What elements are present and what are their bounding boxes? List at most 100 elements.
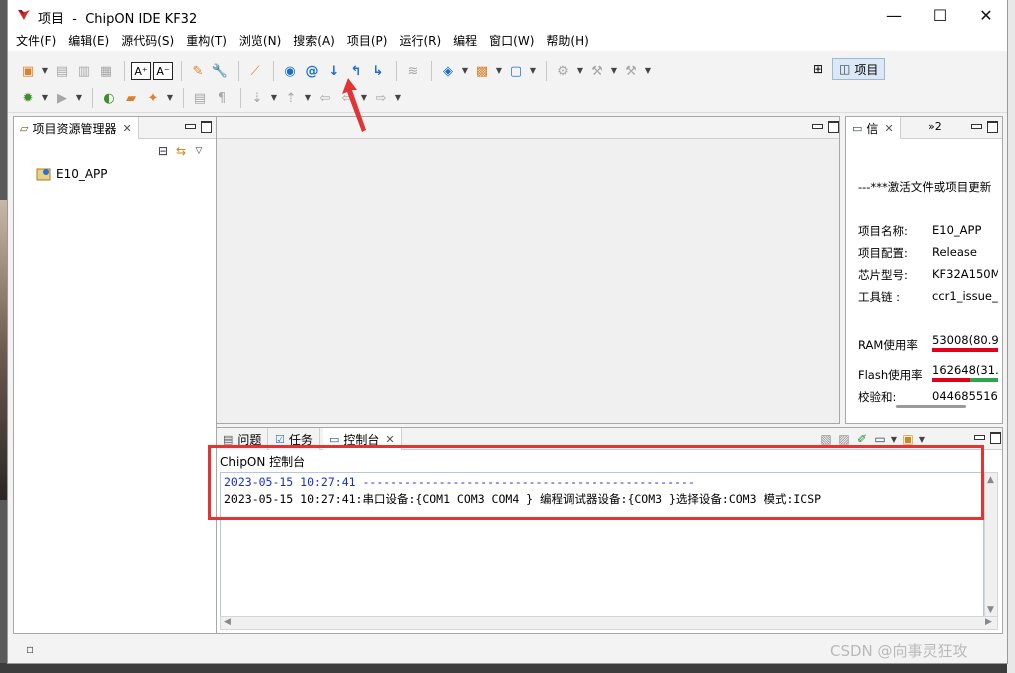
- external-tools-icon[interactable]: ✦: [143, 88, 163, 108]
- view-menu-icon[interactable]: ▽: [190, 143, 208, 159]
- maximize-view-icon[interactable]: [200, 120, 212, 133]
- wrench-icon[interactable]: 🔧: [210, 61, 230, 81]
- console-horizontal-scrollbar[interactable]: ◀ ▶: [220, 616, 998, 630]
- overflow-tabs-button[interactable]: »2: [928, 120, 942, 133]
- maximize-editor-icon[interactable]: [827, 120, 839, 133]
- program-chip-icon[interactable]: @: [302, 61, 322, 81]
- minimize-info-icon[interactable]: [970, 120, 982, 132]
- close-button[interactable]: ✕: [963, 0, 1009, 31]
- font-decrease-button[interactable]: A⁻: [153, 62, 173, 80]
- toolbar-row-1: ▣ ▼ ▤ ▥ ▦ A⁺ A⁻ ✎ 🔧 ⟋ ◉ @ ↓ ↰ ↳ ≋ ◈ ▼ ▩ …: [18, 59, 655, 83]
- info-project-name-value: E10_APP: [932, 223, 982, 237]
- tab-project-explorer[interactable]: ▱ 项目资源管理器 ✕: [14, 117, 139, 139]
- new-icon[interactable]: ▣: [18, 61, 38, 81]
- open-perspective-icon[interactable]: ⊞: [808, 59, 828, 79]
- info-toolchain-value: ccr1_issue_v: [932, 289, 998, 303]
- new-file-icon[interactable]: ▢: [506, 61, 526, 81]
- ram-usage-fill: [932, 348, 998, 352]
- new-folder-dropdown-icon[interactable]: ▼: [494, 61, 504, 81]
- save-all-icon[interactable]: ▥: [74, 61, 94, 81]
- new-project-icon[interactable]: ◈: [438, 61, 458, 81]
- console-vertical-scrollbar[interactable]: ▲ ▼: [984, 472, 998, 620]
- font-increase-button[interactable]: A⁺: [131, 62, 151, 80]
- debug-bug-icon[interactable]: ✹: [18, 88, 38, 108]
- connect-debugger-icon[interactable]: ◉: [280, 61, 300, 81]
- menu-edit[interactable]: 编辑(E): [62, 31, 115, 51]
- maximize-info-icon[interactable]: [986, 120, 998, 133]
- build-config-icon[interactable]: ✎: [188, 61, 208, 81]
- tree-item-project[interactable]: E10_APP: [36, 165, 108, 183]
- toggle-block-icon[interactable]: ▤: [190, 88, 210, 108]
- clean-brush-icon[interactable]: ⟋: [245, 61, 265, 81]
- run-icon[interactable]: ▶: [52, 88, 72, 108]
- open-type-icon[interactable]: ◐: [99, 88, 119, 108]
- tab-info[interactable]: ▭ 信 ✕: [846, 117, 901, 139]
- info-config-value: Release: [932, 245, 977, 259]
- new-project-dropdown-icon[interactable]: ▼: [460, 61, 470, 81]
- title-bar: 项目 - ChipON IDE KF32 — ☐ ✕: [8, 0, 1007, 31]
- show-whitespace-icon[interactable]: ¶: [212, 88, 232, 108]
- info-chip-value: KF32A150M: [932, 267, 998, 281]
- open-console-dropdown-icon[interactable]: ▼: [917, 435, 927, 444]
- close-info-tab-icon[interactable]: ✕: [884, 122, 893, 135]
- menu-file[interactable]: 文件(F): [10, 31, 62, 51]
- desktop-background-right: [1007, 0, 1015, 673]
- menu-run[interactable]: 运行(R): [393, 31, 447, 51]
- perspective-project-button[interactable]: ◫ 项目: [832, 58, 886, 80]
- menu-navigate[interactable]: 浏览(N): [233, 31, 287, 51]
- next-annotation-icon[interactable]: ⇣: [247, 88, 267, 108]
- perspective-bar: ⊞ ◫ 项目: [808, 57, 886, 81]
- minimize-editor-icon[interactable]: [811, 120, 823, 132]
- info-flash-label: Flash使用率: [858, 368, 923, 382]
- external-tools-dropdown-icon[interactable]: ▼: [165, 88, 175, 108]
- scroll-up-icon[interactable]: ▲: [987, 475, 994, 485]
- fast-view-icon[interactable]: ▫: [26, 642, 34, 656]
- project-info-view: ▭ 信 ✕ »2 ---***激活文件或项目更新 项目名称: E10_APP 项…: [845, 116, 1003, 424]
- last-edit-icon[interactable]: ⇦: [315, 88, 335, 108]
- debug-settings-dropdown-icon[interactable]: ▼: [575, 61, 585, 81]
- scroll-down-icon[interactable]: ▼: [987, 605, 994, 615]
- scroll-left-icon[interactable]: ◀: [224, 617, 231, 627]
- prev-annotation-dropdown-icon[interactable]: ▼: [303, 88, 313, 108]
- new-dropdown-icon[interactable]: ▼: [40, 61, 50, 81]
- disassembly-icon[interactable]: ≋: [403, 61, 423, 81]
- maximize-button[interactable]: ☐: [917, 0, 963, 31]
- next-annotation-dropdown-icon[interactable]: ▼: [269, 88, 279, 108]
- hammer-icon[interactable]: ⚒: [587, 61, 607, 81]
- console-icon: ▭: [329, 432, 340, 446]
- close-tab-icon[interactable]: ✕: [122, 122, 131, 135]
- menu-project[interactable]: 项目(P): [341, 31, 394, 51]
- print-icon[interactable]: ▦: [96, 61, 116, 81]
- build-all-icon[interactable]: ⚒: [621, 61, 641, 81]
- hammer-dropdown-icon[interactable]: ▼: [609, 61, 619, 81]
- menu-source[interactable]: 源代码(S): [115, 31, 180, 51]
- info-ram-label: RAM使用率: [858, 338, 918, 352]
- menu-help[interactable]: 帮助(H): [540, 31, 594, 51]
- build-all-dropdown-icon[interactable]: ▼: [643, 61, 653, 81]
- info-horizontal-scrollbar[interactable]: [896, 405, 966, 408]
- menu-search[interactable]: 搜索(A): [287, 31, 341, 51]
- menu-window[interactable]: 窗口(W): [483, 31, 540, 51]
- scroll-right-icon[interactable]: ▶: [985, 617, 992, 627]
- toolbar-separator: [92, 88, 93, 108]
- debug-dropdown-icon[interactable]: ▼: [40, 88, 50, 108]
- minimize-view-icon[interactable]: [184, 120, 196, 132]
- collapse-all-icon[interactable]: ⊟: [154, 143, 172, 159]
- display-console-dropdown-icon[interactable]: ▼: [889, 435, 899, 444]
- close-console-tab-icon[interactable]: ✕: [385, 433, 394, 446]
- forward-dropdown-icon[interactable]: ▼: [393, 88, 403, 108]
- perspective-project-icon: ◫: [839, 62, 851, 76]
- prev-annotation-icon[interactable]: ⇡: [281, 88, 301, 108]
- minimize-console-icon[interactable]: [973, 431, 985, 443]
- menu-program[interactable]: 编程: [447, 31, 483, 51]
- minimize-button[interactable]: —: [871, 0, 917, 31]
- debug-settings-icon[interactable]: ⚙: [553, 61, 573, 81]
- open-folder-icon[interactable]: ▰: [121, 88, 141, 108]
- new-file-dropdown-icon[interactable]: ▼: [528, 61, 538, 81]
- run-dropdown-icon[interactable]: ▼: [74, 88, 84, 108]
- save-icon[interactable]: ▤: [52, 61, 72, 81]
- link-with-editor-icon[interactable]: ⇆: [172, 143, 190, 159]
- maximize-console-icon[interactable]: [989, 431, 1001, 444]
- new-folder-icon[interactable]: ▩: [472, 61, 492, 81]
- menu-refactor[interactable]: 重构(T): [180, 31, 233, 51]
